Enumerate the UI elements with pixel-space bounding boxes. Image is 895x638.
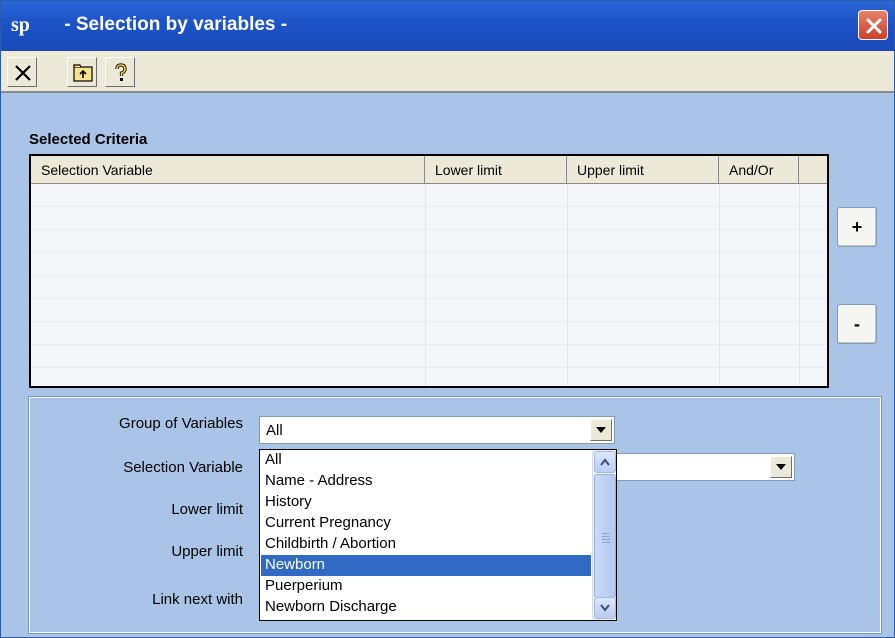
upper-limit-label: Upper limit bbox=[171, 543, 243, 560]
criteria-table-body[interactable] bbox=[31, 184, 827, 386]
dropdown-item-newborn[interactable]: Newborn bbox=[261, 555, 591, 576]
column-header-selection-variable[interactable]: Selection Variable bbox=[31, 156, 425, 184]
group-dropdown-button[interactable] bbox=[590, 419, 612, 441]
group-of-variables-label: Group of Variables bbox=[119, 415, 243, 432]
selection-variable-label: Selection Variable bbox=[123, 459, 243, 476]
app-logo-text: sp bbox=[11, 14, 30, 36]
dropdown-item-puerperium[interactable]: Puerperium bbox=[261, 576, 591, 597]
dropdown-item-childbirth-abortion[interactable]: Childbirth / Abortion bbox=[261, 534, 591, 555]
app-logo-icon: sp bbox=[11, 13, 37, 37]
title-bar[interactable]: sp - Selection by variables - bbox=[1, 1, 894, 51]
toolbar bbox=[1, 51, 894, 93]
selected-criteria-label: Selected Criteria bbox=[29, 131, 148, 148]
chevron-up-icon bbox=[600, 458, 610, 466]
group-of-variables-select[interactable]: All bbox=[259, 416, 615, 444]
window-title: - Selection by variables - bbox=[59, 14, 288, 35]
criteria-table[interactable]: Selection Variable Lower limit Upper lim… bbox=[29, 154, 829, 388]
scroll-up-button[interactable] bbox=[594, 451, 616, 473]
dropdown-item-history[interactable]: History bbox=[261, 492, 591, 513]
exit-button[interactable] bbox=[7, 57, 37, 87]
dropdown-item-current-pregnancy[interactable]: Current Pregnancy bbox=[261, 513, 591, 534]
chevron-down-icon bbox=[600, 604, 610, 612]
column-header-upper-limit[interactable]: Upper limit bbox=[567, 156, 719, 184]
chevron-down-icon bbox=[776, 464, 786, 470]
scroll-thumb[interactable] bbox=[594, 474, 616, 598]
column-header-lower-limit[interactable]: Lower limit bbox=[425, 156, 567, 184]
column-divider bbox=[567, 184, 568, 386]
folder-up-icon bbox=[73, 64, 93, 82]
link-next-with-label: Link next with bbox=[152, 591, 243, 608]
remove-criterion-button[interactable]: - bbox=[837, 304, 877, 344]
column-divider bbox=[719, 184, 720, 386]
criteria-table-header: Selection Variable Lower limit Upper lim… bbox=[31, 156, 827, 184]
close-icon bbox=[866, 18, 882, 34]
dropdown-scrollbar[interactable] bbox=[592, 450, 616, 620]
dropdown-item-newborn-discharge[interactable]: Newborn Discharge bbox=[261, 597, 591, 618]
help-button[interactable] bbox=[105, 57, 135, 87]
column-divider bbox=[425, 184, 426, 386]
dropdown-item-name-address[interactable]: Name - Address bbox=[261, 471, 591, 492]
close-x-icon bbox=[15, 65, 31, 81]
close-window-button[interactable] bbox=[858, 10, 888, 40]
help-question-icon bbox=[115, 63, 127, 81]
group-dropdown-list[interactable]: All Name - Address History Current Pregn… bbox=[259, 449, 617, 621]
column-header-and-or[interactable]: And/Or bbox=[719, 156, 799, 184]
variable-dropdown-button[interactable] bbox=[770, 456, 792, 478]
group-of-variables-value: All bbox=[266, 422, 283, 439]
column-divider bbox=[799, 184, 800, 386]
lower-limit-label: Lower limit bbox=[171, 501, 243, 518]
selection-window: sp - Selection by variables - Selected C… bbox=[0, 0, 895, 638]
chevron-down-icon bbox=[596, 427, 606, 433]
add-criterion-button[interactable]: + bbox=[837, 207, 877, 247]
scroll-down-button[interactable] bbox=[594, 597, 616, 619]
dropdown-item-all[interactable]: All bbox=[261, 450, 591, 471]
folder-up-button[interactable] bbox=[67, 57, 97, 87]
